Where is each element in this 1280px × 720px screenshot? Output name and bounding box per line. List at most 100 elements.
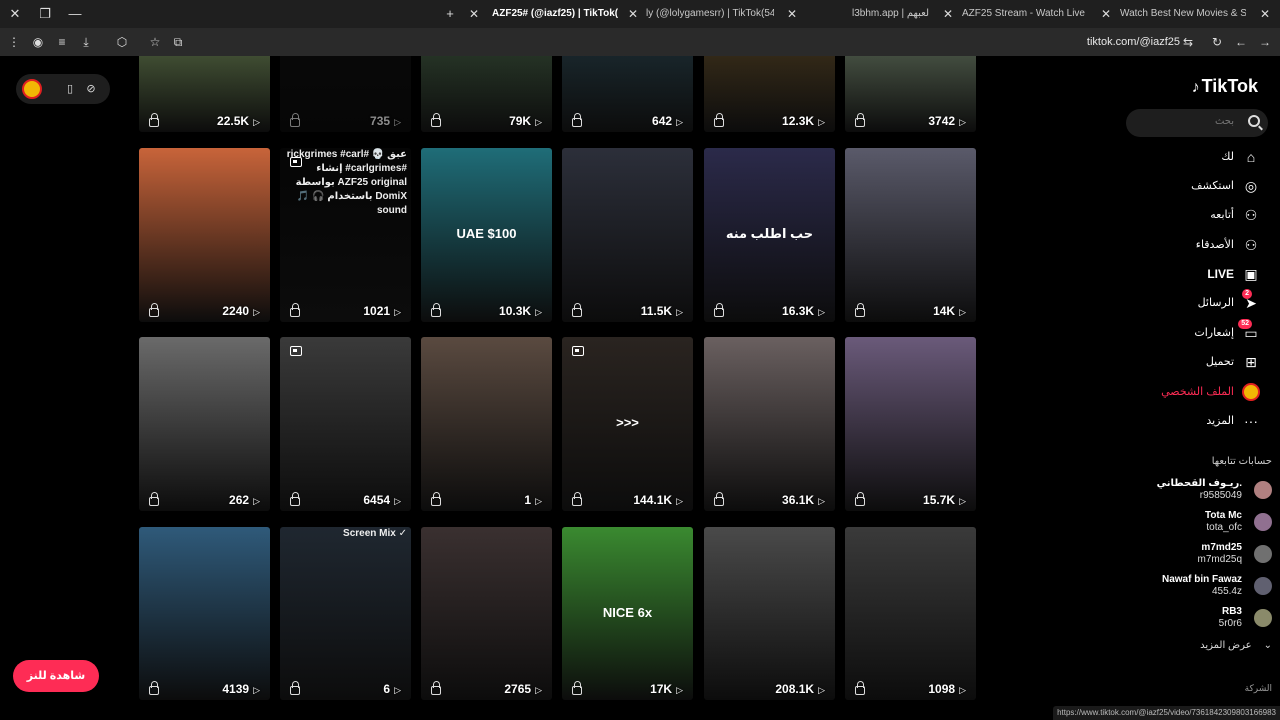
video-tile[interactable]: 208.1K ▷ [704, 527, 835, 700]
followed-account[interactable]: RB3 5r0r6 [1122, 604, 1272, 634]
minimize-window-icon[interactable]: — [67, 6, 83, 22]
sidebar-item-live[interactable]: ▣ LIVE [1120, 263, 1260, 285]
lock-icon [290, 492, 300, 506]
close-tab-icon[interactable]: ✕ [626, 6, 640, 22]
close-tab-icon[interactable]: ✕ [785, 6, 799, 22]
status-bar-url: https://www.tiktok.com/@iazf25/video/736… [1053, 706, 1280, 720]
followed-account[interactable]: Nawaf bin Fawaz 455.4z [1122, 572, 1272, 602]
sidebar-item-friends[interactable]: ⚇ الأصدقاء [1120, 234, 1260, 256]
reload-icon[interactable]: ↻ [1209, 34, 1225, 50]
download-icon[interactable]: ⤓ [78, 34, 94, 50]
followed-account[interactable]: ريـوف القحطاني. r9585049 [1122, 476, 1272, 506]
back-icon[interactable]: ← [1233, 34, 1249, 50]
close-window-icon[interactable]: ✕ [7, 6, 23, 22]
followed-account[interactable]: m7md25 m7md25q [1122, 540, 1272, 570]
sidebar-item-profile[interactable]: الملف الشخصي [1120, 381, 1260, 403]
menu-kebab-icon[interactable]: ⋮ [6, 34, 22, 50]
restore-window-icon[interactable]: ❐ [37, 6, 53, 22]
view-count: 1 ▷ [524, 493, 542, 507]
play-icon: ▷ [818, 117, 825, 127]
view-count-value: 17K [650, 682, 673, 696]
sidebar-item-notifications[interactable]: ▭ إشعارات 52 [1120, 319, 1260, 344]
video-tile[interactable]: 642 ▷ [562, 56, 693, 132]
avatar[interactable] [1254, 513, 1272, 531]
search-input[interactable]: بحث [1126, 109, 1268, 137]
sidebar-item-label: إشعارات [1194, 327, 1234, 339]
sidebar-item-home[interactable]: ⌂ لك [1120, 146, 1260, 168]
video-tile[interactable]: 1098 ▷ [845, 527, 976, 700]
video-tile[interactable]: 735 ▷ [280, 56, 411, 132]
video-tile[interactable]: rickgrimes #carl# 💀 عبق إنشاء #carlgrime… [280, 148, 411, 322]
tab-azf25-tiktok[interactable]: AZF25# (@iazf25) | TikTok(54) [488, 3, 618, 25]
video-tile[interactable]: UAE $100 10.3K ▷ [421, 148, 552, 322]
sidebar-item-explore[interactable]: ◎ استكشف [1120, 175, 1260, 197]
lock-icon [855, 303, 865, 317]
address-bar[interactable]: tiktok.com/@iazf25 [1087, 34, 1180, 50]
close-tab-icon[interactable]: ✕ [1099, 6, 1113, 22]
video-tile[interactable]: 2240 ▷ [139, 148, 270, 322]
lock-icon [290, 113, 300, 127]
play-icon: ▷ [394, 307, 401, 317]
video-tile[interactable]: 36.1K ▷ [704, 337, 835, 511]
view-count: 6 ▷ [383, 682, 401, 696]
avatar[interactable] [1254, 545, 1272, 563]
screenshot-icon[interactable]: ⧉ [170, 34, 186, 50]
video-tile[interactable]: 6454 ▷ [280, 337, 411, 511]
close-tab-icon[interactable]: ✕ [941, 6, 955, 22]
video-tile[interactable]: 11.5K ▷ [562, 148, 693, 322]
upload-icon: ⊞ [1245, 354, 1257, 370]
video-tile[interactable]: 262 ▷ [139, 337, 270, 511]
new-tab-icon[interactable]: + [442, 6, 458, 22]
video-caption: rickgrimes #carl# 💀 عبق إنشاء #carlgrime… [286, 149, 407, 216]
watch-again-button[interactable]: شاهدة للنز [13, 660, 99, 692]
video-tile[interactable]: NICE 6x 17K ▷ [562, 527, 693, 700]
video-tile[interactable]: 4139 ▷ [139, 527, 270, 700]
photo-icon [290, 157, 302, 167]
video-tile[interactable]: 2765 ▷ [421, 527, 552, 700]
forward-icon[interactable]: → [1257, 34, 1273, 50]
explore-icon: ◎ [1244, 178, 1258, 194]
tab-watch-movies[interactable]: Watch Best New Movies & Sho [1116, 3, 1246, 25]
play-icon: ▷ [535, 496, 542, 506]
close-tab-icon[interactable]: ✕ [467, 6, 481, 22]
close-tab-icon[interactable]: ✕ [1258, 6, 1272, 22]
tab-lolygamesrr-tiktok[interactable]: ly (@lolygamesrr) | TikTok(54) [642, 3, 774, 25]
video-tile[interactable]: 1 ▷ [421, 337, 552, 511]
see-more-link[interactable]: عرض المزيد ⌄ [1200, 640, 1272, 651]
more-icon: ··· [1244, 413, 1258, 429]
company-link[interactable]: الشركة [1245, 683, 1272, 694]
video-tile[interactable]: 22.5K ▷ [139, 56, 270, 132]
search-icon[interactable] [1248, 115, 1260, 127]
right-sidebar: ♪ TikTok بحث ⌂ لك ◎ استكشف ⚇ أتابعه ⚇ الأصدقاء ▣ L… [1118, 56, 1280, 720]
video-tile[interactable]: >>> 144.1K ▷ [562, 337, 693, 511]
avatar[interactable] [1254, 481, 1272, 499]
playlist-icon[interactable]: ≡ [54, 34, 70, 50]
lock-icon [149, 681, 159, 695]
video-tile[interactable]: حب اطلب منه 16.3K ▷ [704, 148, 835, 322]
avatar[interactable] [1254, 609, 1272, 627]
sidebar-item-upload[interactable]: ⊞ تحميل [1120, 351, 1260, 373]
video-tile[interactable]: 15.7K ▷ [845, 337, 976, 511]
tiktok-logo[interactable]: ♪ TikTok [1192, 76, 1258, 97]
avatar[interactable] [1254, 577, 1272, 595]
lock-icon [290, 681, 300, 695]
video-tile[interactable]: 14K ▷ [845, 148, 976, 322]
followed-account[interactable]: Tota Mc tota_ofc [1122, 508, 1272, 538]
tab-l3bhm-app[interactable]: l3bhm.app | لعبهم [848, 3, 938, 25]
sidebar-item-following[interactable]: ⚇ أتابعه [1120, 204, 1260, 226]
video-tile[interactable]: Screen Mix ✓ 6 ▷ [280, 527, 411, 700]
notification-badge: 52 [1238, 319, 1252, 329]
lock-icon [855, 113, 865, 127]
account-icon[interactable]: ◉ [30, 34, 46, 50]
video-tile[interactable]: 79K ▷ [421, 56, 552, 132]
bookmark-star-icon[interactable]: ☆ [147, 34, 163, 50]
tab-azf25-kick-stream[interactable]: AZF25 Stream - Watch Live on K [958, 3, 1088, 25]
video-tile[interactable]: 3742 ▷ [845, 56, 976, 132]
site-settings-icon[interactable]: ⇆ [1180, 34, 1196, 50]
view-count-value: 262 [229, 493, 250, 507]
sidebar-item-messages[interactable]: ➤ الرسائل 2 [1120, 289, 1260, 314]
following-accounts-title: حسابات تتابعها [1211, 456, 1272, 467]
sidebar-item-more[interactable]: ··· المزيد [1120, 410, 1260, 432]
extensions-icon[interactable]: ⬡ [114, 34, 130, 50]
video-tile[interactable]: 12.3K ▷ [704, 56, 835, 132]
